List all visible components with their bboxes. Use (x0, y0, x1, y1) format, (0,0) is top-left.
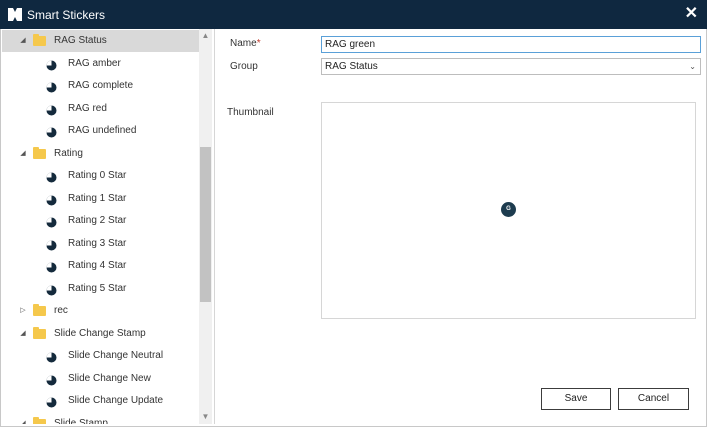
collapsed-triangle-icon[interactable]: ▷ (18, 300, 28, 322)
sticker-thumbnail-icon: G (501, 202, 516, 217)
scroll-up-icon[interactable]: ▲ (199, 29, 212, 43)
folder-icon (33, 146, 46, 159)
pie-chart-icon (46, 373, 57, 385)
tree-item-label: RAG undefined (68, 125, 137, 136)
folder-icon (33, 326, 46, 339)
pie-chart-icon (46, 395, 57, 408)
pie-chart-icon (46, 103, 57, 115)
pie-chart-icon (46, 260, 57, 273)
tree-item-label: RAG red (68, 102, 107, 114)
tree-group-label: rec (54, 305, 68, 316)
group-select-value: RAG Status (325, 61, 378, 72)
title-bar: Smart Stickers ✕ (0, 0, 707, 29)
tree-item-label: Rating 5 Star (68, 282, 127, 294)
scroll-down-icon[interactable]: ▼ (199, 410, 212, 424)
thumbnail-preview: G (321, 102, 696, 319)
tree-item-label: Slide Change Neutral (68, 350, 164, 361)
tree-group-label: Rating (54, 147, 83, 159)
close-icon[interactable]: ✕ (685, 5, 698, 23)
tree-item-label: Rating 1 Star (68, 192, 127, 204)
tree-item-label: RAG complete (68, 80, 134, 91)
expand-triangle-icon[interactable]: ◢ (18, 143, 28, 165)
tree-group-label: Slide Stamp (54, 417, 108, 425)
scrollbar-thumb[interactable] (200, 147, 211, 302)
tree-group[interactable]: ◢ RAG Status (2, 30, 200, 52)
pie-chart-icon (46, 238, 57, 250)
pie-chart-icon (46, 58, 57, 70)
pie-chart-icon (46, 193, 57, 205)
required-asterisk: * (256, 38, 261, 49)
expand-triangle-icon[interactable]: ◢ (18, 30, 28, 52)
pie-chart-icon (46, 125, 57, 138)
expand-triangle-icon[interactable]: ◢ (18, 413, 28, 425)
name-label: Name* (230, 38, 261, 49)
folder-icon (33, 416, 46, 424)
name-input[interactable] (321, 36, 701, 53)
thumbnail-label: Thumbnail (227, 107, 274, 118)
folder-icon (33, 304, 46, 316)
pie-chart-icon (46, 170, 57, 183)
tree-item-label: Rating 0 Star (68, 170, 127, 181)
pie-chart-icon (46, 215, 57, 228)
tree-item-label: Rating 4 Star (68, 260, 127, 271)
group-label: Group (230, 61, 258, 72)
tree-group-label: Slide Change Stamp (54, 327, 146, 339)
save-button[interactable]: Save (541, 388, 611, 410)
window-title: Smart Stickers (27, 8, 106, 22)
tree-item-label: Rating 3 Star (68, 237, 127, 249)
chevron-down-icon: ⌄ (689, 62, 696, 71)
tree-item-label: RAG amber (68, 57, 121, 69)
pie-chart-icon (46, 350, 57, 363)
app-logo-icon (8, 8, 22, 21)
tree-item-label: Slide Change New (68, 372, 151, 384)
folder-icon (33, 34, 46, 46)
tree-item-label: Slide Change Update (68, 395, 164, 406)
group-select[interactable]: RAG Status ⌄ (321, 58, 701, 75)
sticker-tree[interactable]: ◢ RAG Status RAG amber RAG complete RAG red R… (2, 29, 215, 424)
pie-chart-icon (46, 283, 57, 295)
tree-item-label: Rating 2 Star (68, 215, 127, 226)
expand-triangle-icon[interactable]: ◢ (18, 323, 28, 345)
tree-group-label: RAG Status (54, 35, 107, 46)
pie-chart-icon (46, 80, 57, 93)
tree-scrollbar[interactable]: ▲ ▼ (199, 29, 212, 424)
cancel-button[interactable]: Cancel (618, 388, 689, 410)
